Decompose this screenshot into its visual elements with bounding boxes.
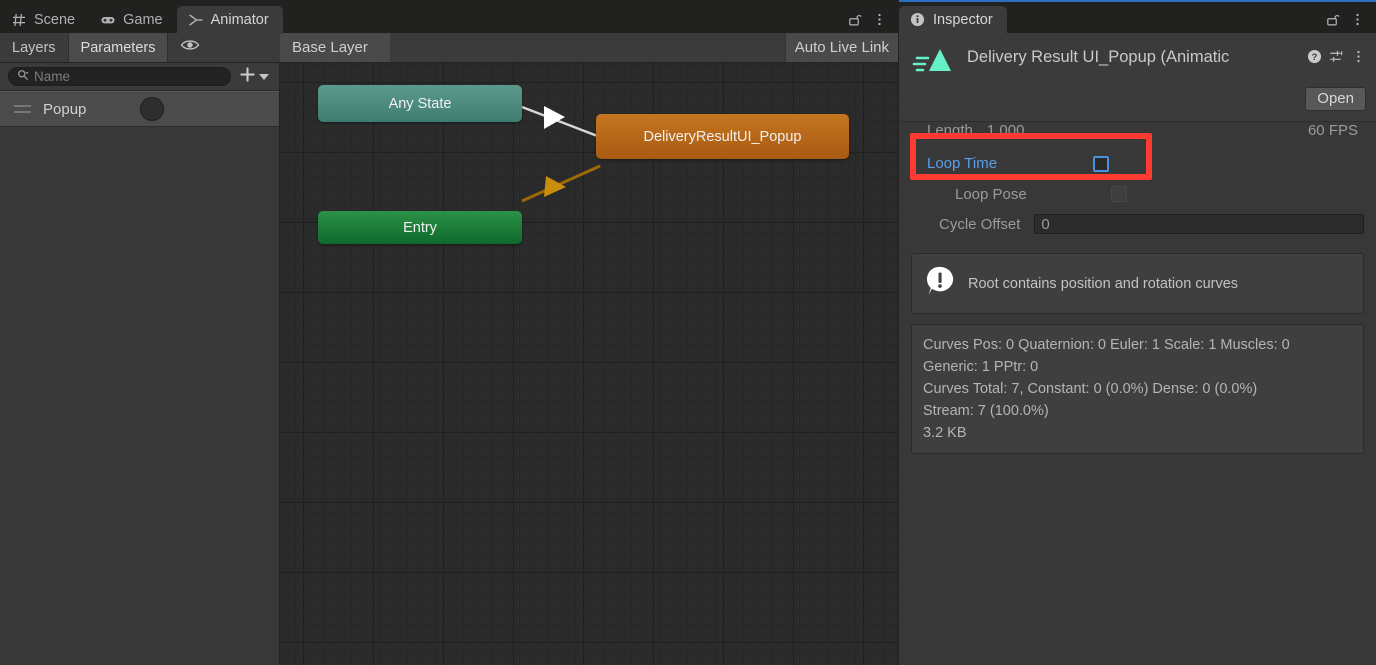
tab-layers[interactable]: Layers xyxy=(0,33,69,62)
plus-icon xyxy=(239,66,256,87)
animator-window: Scene Game Animator Layers Parameters Ba… xyxy=(0,0,898,665)
tab-layers-label: Layers xyxy=(12,39,56,56)
length-field: Length 1.000 60 FPS xyxy=(911,122,1364,148)
stats-line: Stream: 7 (100.0%) xyxy=(923,403,1049,420)
grid-icon xyxy=(11,12,27,28)
layer-visibility-toggle[interactable] xyxy=(168,33,213,62)
graph-node-delivery-result-label: DeliveryResultUI_Popup xyxy=(643,128,802,145)
unity-editor-window: Scene Game Animator Layers Parameters Ba… xyxy=(0,0,1376,665)
search-icon xyxy=(17,68,29,86)
lock-open-icon[interactable] xyxy=(1325,12,1340,27)
cycle-offset-input: 0 xyxy=(1034,214,1364,234)
tab-animator[interactable]: Animator xyxy=(176,6,283,34)
open-button[interactable]: Open xyxy=(1305,87,1366,111)
drag-handle-icon[interactable] xyxy=(14,105,31,113)
preset-icon[interactable] xyxy=(1329,49,1344,64)
help-box: Root contains position and rotation curv… xyxy=(911,253,1364,314)
animator-icon xyxy=(188,12,204,28)
transition-any-to-state xyxy=(521,105,601,139)
blend-circle-icon[interactable] xyxy=(140,97,165,121)
kebab-menu-icon[interactable] xyxy=(1350,12,1365,27)
length-value: 1.000 xyxy=(986,122,1025,139)
help-icon[interactable]: ? xyxy=(1307,49,1322,64)
graph-node-any-state[interactable]: Any State xyxy=(318,85,522,122)
eye-icon xyxy=(180,38,200,57)
loop-time-field[interactable]: Loop Time xyxy=(911,148,1364,179)
add-parameter-button[interactable] xyxy=(239,66,271,87)
inspector-tab-actions xyxy=(1325,12,1376,33)
graph-node-any-state-label: Any State xyxy=(388,95,452,112)
breadcrumb: Base Layer Auto Live Link xyxy=(280,32,898,63)
kebab-menu-icon[interactable] xyxy=(1351,49,1366,64)
inspector-header-icons: ? xyxy=(1307,41,1366,64)
stats-line: 3.2 KB xyxy=(923,425,967,442)
loop-pose-field: Loop Pose xyxy=(911,179,1364,209)
gamepad-icon xyxy=(100,12,116,28)
cycle-offset-value: 0 xyxy=(1041,215,1050,233)
animation-clip-icon xyxy=(909,41,955,81)
inspector-body: Length 1.000 60 FPS Loop Time Loop Pose … xyxy=(899,122,1376,665)
inspector-tab-strip: Inspector xyxy=(899,0,1376,34)
layer-param-tabs: Layers Parameters xyxy=(0,33,280,62)
parameter-search-row: Name xyxy=(0,63,279,91)
cycle-offset-label: Cycle Offset xyxy=(939,215,1021,233)
breadcrumb-base-layer[interactable]: Base Layer xyxy=(280,33,374,62)
loop-pose-checkbox xyxy=(1110,186,1127,202)
graph-node-entry[interactable]: Entry xyxy=(318,211,522,244)
animator-tab-actions xyxy=(847,12,898,33)
tab-scene[interactable]: Scene xyxy=(0,6,89,34)
tab-game[interactable]: Game xyxy=(89,6,177,34)
tab-inspector[interactable]: Inspector xyxy=(899,6,1007,34)
loop-pose-label: Loop Pose xyxy=(955,185,1027,203)
tab-scene-label: Scene xyxy=(34,12,76,28)
breadcrumb-base-layer-label: Base Layer xyxy=(292,39,368,56)
parameters-pane: Name Popup xyxy=(0,63,280,665)
stats-line: Generic: 1 PPtr: 0 xyxy=(923,359,1039,376)
animator-tab-strip: Scene Game Animator xyxy=(0,0,898,34)
stats-line: Curves Pos: 0 Quaternion: 0 Euler: 1 Sca… xyxy=(923,337,1290,353)
breadcrumb-chevron-icon xyxy=(373,32,390,63)
list-item[interactable]: Popup xyxy=(0,91,279,127)
fps-label: 60 FPS xyxy=(1307,122,1358,139)
layer-name-label: Popup xyxy=(43,100,87,118)
cycle-offset-field: Cycle Offset 0 xyxy=(911,209,1364,239)
tab-parameters-label: Parameters xyxy=(80,39,156,56)
animator-toolbar: Layers Parameters Base Layer Auto Live L… xyxy=(0,32,898,63)
chevron-down-icon xyxy=(259,73,269,80)
loop-time-label: Loop Time xyxy=(927,155,998,172)
inspector-window: Inspector Delivery Result UI_Popup (Anim… xyxy=(898,0,1376,665)
info-icon xyxy=(910,12,926,28)
graph-node-entry-label: Entry xyxy=(403,219,437,236)
clip-stats-box: Curves Pos: 0 Quaternion: 0 Euler: 1 Sca… xyxy=(911,324,1364,455)
transition-entry-to-state xyxy=(521,164,601,203)
graph-node-delivery-result[interactable]: DeliveryResultUI_Popup xyxy=(596,114,849,159)
breadcrumb-filler xyxy=(389,33,785,62)
auto-live-link-button[interactable]: Auto Live Link xyxy=(784,33,898,62)
parameters-empty-area xyxy=(0,127,279,665)
tab-game-label: Game xyxy=(123,12,163,28)
help-message: Root contains position and rotation curv… xyxy=(968,275,1239,292)
warning-bubble-icon xyxy=(924,265,956,302)
page-title: Delivery Result UI_Popup (Animatic xyxy=(967,48,1230,66)
tab-animator-label: Animator xyxy=(210,12,269,28)
auto-live-link-label: Auto Live Link xyxy=(794,39,889,56)
search-input[interactable]: Name xyxy=(8,67,231,86)
kebab-menu-icon[interactable] xyxy=(872,12,887,27)
svg-text:?: ? xyxy=(1312,52,1318,62)
stats-line: Curves Total: 7, Constant: 0 (0.0%) Dens… xyxy=(923,381,1258,398)
search-input-placeholder: Name xyxy=(34,69,71,84)
tab-parameters[interactable]: Parameters xyxy=(68,33,169,62)
animator-graph-canvas[interactable]: Any State DeliveryResultUI_Popup Entry xyxy=(280,63,898,665)
loop-time-checkbox[interactable] xyxy=(1093,155,1110,172)
lock-open-icon[interactable] xyxy=(847,12,862,27)
animator-body: Name Popup Any State DeliveryResultUI_Po… xyxy=(0,63,898,665)
inspector-asset-header: Delivery Result UI_Popup (Animatic ? Ope… xyxy=(899,33,1376,122)
tab-inspector-label: Inspector xyxy=(933,12,993,28)
length-label: Length xyxy=(927,122,973,139)
